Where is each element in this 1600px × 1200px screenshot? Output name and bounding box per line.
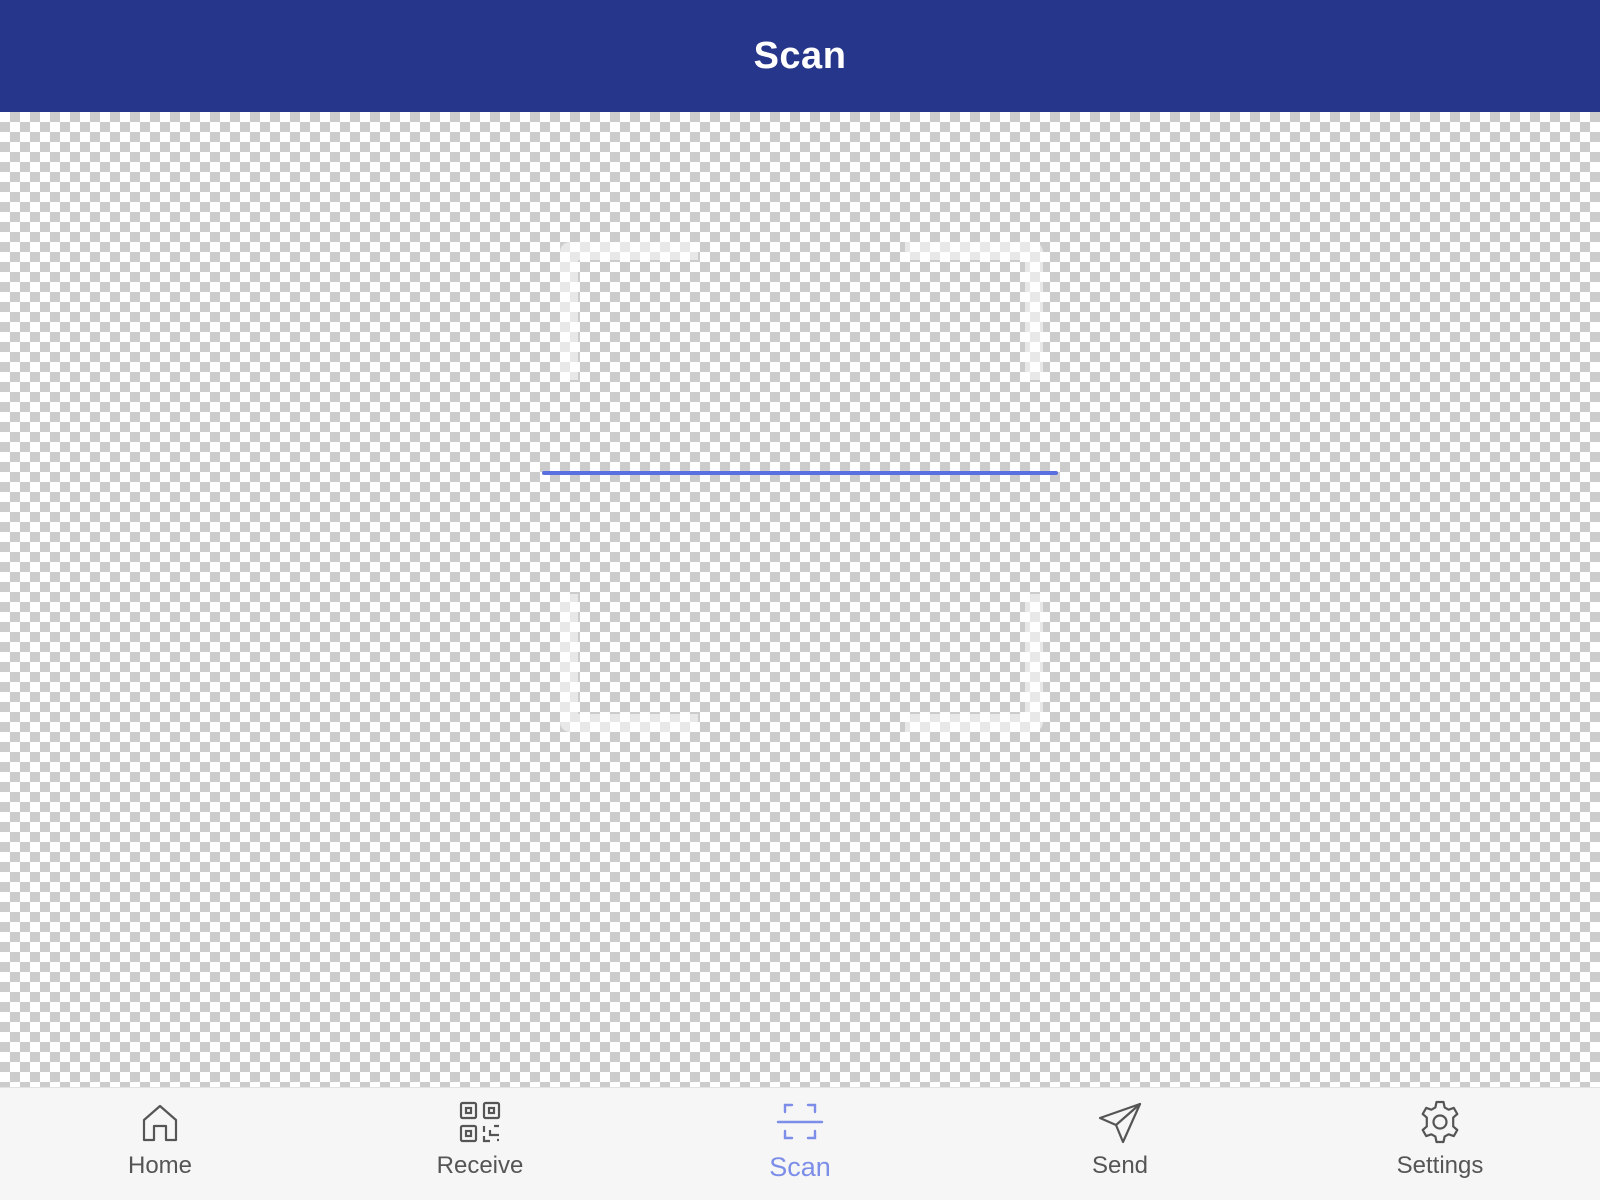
paper-plane-icon [1098,1102,1142,1144]
header-bar: Scan [0,0,1600,112]
app-window: Scan Home Receive Scan Send Settings [0,0,1600,1200]
scan-frame-corner-top-left [560,242,698,380]
home-icon [142,1104,178,1142]
qr-code-icon [459,1101,501,1143]
gear-icon [1421,1100,1459,1144]
scan-frame-corner-bottom-right [905,594,1043,732]
scan-frame-corner-bottom-left [560,594,698,732]
bottom-tab-bar: Home Receive Scan Send Settings [0,1087,1600,1200]
tab-send[interactable]: Send [960,1088,1280,1200]
camera-viewfinder[interactable] [0,112,1600,1087]
tab-home-label: Home [127,1152,193,1179]
scan-icon [776,1103,824,1140]
tab-send-label: Send [1091,1152,1149,1179]
tab-scan-label: Scan [769,1152,831,1182]
scan-line [542,471,1058,475]
tab-receive-label: Receive [436,1152,524,1179]
tab-receive[interactable]: Receive [320,1088,640,1200]
tab-home[interactable]: Home [0,1088,320,1200]
tab-scan[interactable]: Scan [640,1088,960,1200]
page-title: Scan [753,34,847,77]
scan-frame-corner-top-right [905,242,1043,380]
tab-settings-label: Settings [1396,1152,1484,1179]
tab-settings[interactable]: Settings [1280,1088,1600,1200]
